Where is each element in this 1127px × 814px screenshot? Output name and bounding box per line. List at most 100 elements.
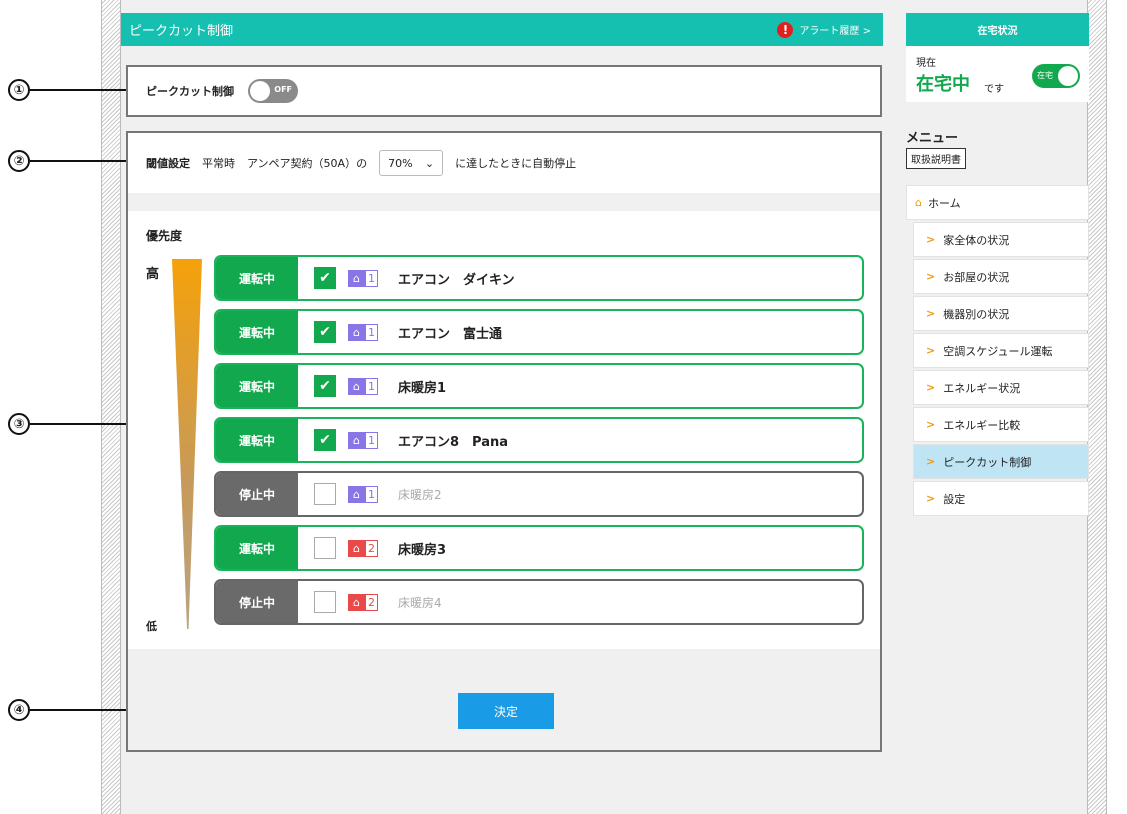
device-checkbox[interactable]: ✔ xyxy=(314,267,336,289)
callout-line xyxy=(30,423,126,425)
threshold-contract: アンペア契約（50A）の xyxy=(247,157,368,170)
chevron-right-icon: > xyxy=(926,270,936,283)
sidebar-item[interactable]: > 空調スケジュール運転 xyxy=(913,333,1089,368)
floor-badge: ⌂ 1 xyxy=(348,485,378,503)
priority-gradient-wedge xyxy=(172,259,202,629)
check-icon: ✔ xyxy=(319,324,331,340)
sidebar-item[interactable]: > エネルギー比較 xyxy=(913,407,1089,442)
floor-number: 1 xyxy=(365,485,378,503)
device-status: 運転中 xyxy=(216,365,298,407)
device-name: エアコン8 Pana xyxy=(398,434,509,450)
callout-2: ② xyxy=(8,150,130,172)
floor-badge: ⌂ 1 xyxy=(348,269,378,287)
device-checkbox[interactable] xyxy=(314,537,336,559)
priority-low-label: 低 xyxy=(146,620,157,633)
callout-line xyxy=(30,160,130,162)
threshold-value: 70% xyxy=(388,156,413,170)
threshold-select[interactable]: 70% ⌄ xyxy=(379,150,444,176)
device-checkbox[interactable]: ✔ xyxy=(314,429,336,451)
floor-badge: ⌂ 1 xyxy=(348,431,378,449)
device-name: 床暖房3 xyxy=(398,542,447,558)
sidebar-item[interactable]: > エネルギー状況 xyxy=(913,370,1089,405)
now-label: 現在 xyxy=(916,58,936,69)
callout-3: ③ xyxy=(8,413,126,435)
chevron-right-icon: > xyxy=(926,307,936,320)
device-status: 運転中 xyxy=(216,419,298,461)
sidebar-item[interactable]: > 設定 xyxy=(913,481,1089,516)
device-row: 停止中 ⌂ 2 床暖房4 xyxy=(214,579,864,625)
house-icon: ⌂ xyxy=(348,539,365,557)
left-margin-hatch xyxy=(101,0,121,814)
callout-number: ③ xyxy=(8,413,30,435)
sidebar-item-label: お部屋の状況 xyxy=(943,270,1010,284)
manual-link[interactable]: 取扱説明書 xyxy=(906,148,966,169)
device-status: 運転中 xyxy=(216,311,298,353)
chevron-right-icon: > xyxy=(926,492,936,505)
device-status: 運転中 xyxy=(216,527,298,569)
house-icon: ⌂ xyxy=(348,593,365,611)
priority-high-label: 高 xyxy=(146,267,160,282)
priority-title: 優先度 xyxy=(146,229,183,243)
sidebar-item-label: ピークカット制御 xyxy=(943,455,1032,469)
device-row: 運転中 ✔ ⌂ 1 エアコン8 Pana xyxy=(214,417,864,463)
callout-1: ① xyxy=(8,79,130,101)
threshold-label: 閾値設定 xyxy=(146,157,190,170)
submit-button[interactable]: 決定 xyxy=(458,693,554,729)
device-name: 床暖房2 xyxy=(398,487,442,502)
device-checkbox[interactable] xyxy=(314,591,336,613)
sidebar-item-label: 設定 xyxy=(943,492,966,506)
sidebar-item[interactable]: > 機器別の状況 xyxy=(913,296,1089,331)
chevron-right-icon: > xyxy=(926,381,936,394)
callout-number: ② xyxy=(8,150,30,172)
sidebar-item-label: ホーム xyxy=(927,196,961,210)
sidebar-item[interactable]: > 家全体の状況 xyxy=(913,222,1089,257)
device-status: 停止中 xyxy=(216,473,298,515)
sidebar-item-label: 家全体の状況 xyxy=(943,233,1010,247)
chevron-down-icon: ⌄ xyxy=(424,156,435,170)
toggle-label: 在宅 xyxy=(1037,71,1053,80)
floor-badge: ⌂ 2 xyxy=(348,593,378,611)
device-checkbox[interactable]: ✔ xyxy=(314,321,336,343)
floor-badge: ⌂ 2 xyxy=(348,539,378,557)
check-icon: ✔ xyxy=(319,378,331,394)
device-name: エアコン 富士通 xyxy=(398,326,503,342)
floor-number: 1 xyxy=(365,431,378,449)
callout-number: ① xyxy=(8,79,30,101)
menu-title: メニュー xyxy=(906,131,959,146)
page-header: ピークカット制御 ! アラート履歴 > xyxy=(121,13,883,46)
device-name: エアコン ダイキン xyxy=(398,272,515,288)
floor-number: 1 xyxy=(365,269,378,287)
sidebar-item-label: エネルギー状況 xyxy=(943,381,1021,395)
device-row: 運転中 ✔ ⌂ 1 エアコン ダイキン xyxy=(214,255,864,301)
threshold-row: 閾値設定 平常時 アンペア契約（50A）の 70% ⌄ に達したときに自動停止 xyxy=(128,133,880,193)
device-name: 床暖房1 xyxy=(398,380,447,396)
chevron-right-icon: > xyxy=(926,455,936,468)
house-icon: ⌂ xyxy=(348,485,365,503)
floor-badge: ⌂ 1 xyxy=(348,323,378,341)
threshold-suffix: に達したときに自動停止 xyxy=(455,157,577,170)
sidebar-item-label: エネルギー比較 xyxy=(943,418,1021,432)
floor-badge: ⌂ 1 xyxy=(348,377,378,395)
sidebar-item[interactable]: > ピークカット制御 xyxy=(913,444,1089,479)
device-row: 運転中 ✔ ⌂ 1 エアコン 富士通 xyxy=(214,309,864,355)
sidebar-item[interactable]: > お部屋の状況 xyxy=(913,259,1089,294)
peak-cut-panel: ピークカット制御 OFF xyxy=(126,65,882,117)
peak-cut-toggle[interactable]: OFF xyxy=(248,79,298,103)
sidebar-menu: ⌂ ホーム > 家全体の状況 > お部屋の状況 > 機器別の状況 > 空調スケジュール運転 > エネル… xyxy=(906,185,1089,518)
page-title: ピークカット制御 xyxy=(129,24,234,39)
toggle-knob xyxy=(250,81,270,101)
sidebar-item-label: 機器別の状況 xyxy=(943,307,1010,321)
floor-number: 1 xyxy=(365,377,378,395)
alert-history-link[interactable]: ! アラート履歴 > xyxy=(777,21,871,38)
home-icon: ⌂ xyxy=(915,196,922,209)
home-status-suffix: です xyxy=(984,84,1004,95)
house-icon: ⌂ xyxy=(348,377,365,395)
house-icon: ⌂ xyxy=(348,269,365,287)
chevron-right-icon: > xyxy=(926,418,936,431)
device-name: 床暖房4 xyxy=(398,595,442,610)
home-status-toggle[interactable]: 在宅 xyxy=(1032,64,1080,88)
device-checkbox[interactable] xyxy=(314,483,336,505)
sidebar-item[interactable]: ⌂ ホーム xyxy=(906,185,1089,220)
peak-cut-label: ピークカット制御 xyxy=(146,85,234,98)
device-checkbox[interactable]: ✔ xyxy=(314,375,336,397)
